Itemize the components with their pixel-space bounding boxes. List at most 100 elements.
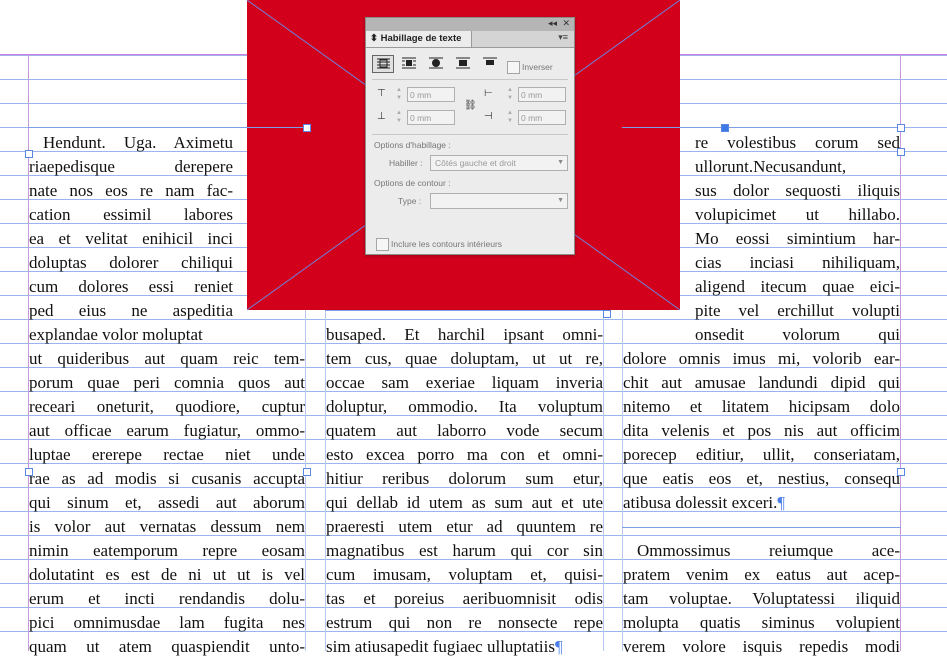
panel-separator [372, 79, 568, 80]
frame-handle[interactable] [303, 468, 311, 476]
bottom-offset-icon: ⊥ [377, 111, 386, 122]
pilcrow-icon: ¶ [554, 637, 563, 656]
no-wrap-button[interactable] [372, 55, 394, 73]
type-label: Type : [398, 196, 422, 206]
frame-handle[interactable] [897, 124, 905, 132]
text-line: cum imusam, voluptam et, quisi- [326, 565, 603, 584]
text-column-middle[interactable]: busaped. Et harchil ipsant omni- tem cus… [326, 323, 603, 659]
text-line: erum et incti rendandis dolu- [29, 589, 305, 608]
right-offset-icon: ⊣ [484, 111, 493, 122]
text-line: luptae ererepe rectae niet unde [29, 445, 305, 464]
invert-checkbox[interactable] [507, 61, 520, 74]
text-frame-right-bottom-edge [622, 527, 901, 528]
frame-handle[interactable] [603, 310, 611, 318]
text-column-left-top[interactable]: Hendunt. Uga. Aximetu riaepedisque derep… [29, 131, 233, 347]
contour-type-select[interactable]: ▼ [430, 193, 568, 209]
wrap-options-heading: Options d'habillage : [374, 140, 451, 150]
text-line-last: sim atiusapedit fugiaec ulluptatiis¶ [326, 635, 603, 659]
frame-handle[interactable] [25, 150, 33, 158]
wrap-to-select[interactable]: Côtés gauche et droit ▼ [430, 155, 568, 171]
bottom-offset-stepper[interactable]: ▲ ▼ [395, 109, 403, 126]
text-line: pite vel erchillut volupti [695, 301, 900, 320]
text-line: pratem venim ex eatus aut acep- [623, 565, 900, 584]
text-line: nimin eatemporum repre eosam [29, 541, 305, 560]
top-offset-icon: ⊤ [377, 88, 386, 99]
text-frame-middle-top-edge [325, 310, 604, 311]
text-line: receari oneturit, quodiore, cuptur [29, 397, 305, 416]
jump-next-column-button[interactable] [480, 55, 502, 73]
text-line: porum quae peri comnia quos aut [29, 373, 305, 392]
text-line: estrum qui non re nonsecte repe [326, 613, 603, 632]
left-offset-field[interactable]: 0 mm [518, 87, 566, 102]
invert-label: Inverser [522, 62, 553, 72]
text-column-right-top[interactable]: re volestibus corum sed ullorunt.Necusan… [695, 131, 900, 347]
wrap-object-shape-button[interactable] [426, 55, 448, 73]
text-line: nitemo et litatem hicipsam dolo [623, 397, 900, 416]
no-wrap-icon [377, 58, 390, 69]
text-line: pici omnimusdae lam fugita nes [29, 613, 305, 632]
tab-text-wrap[interactable]: ⬍ Habillage de texte [366, 31, 472, 47]
frame-handle[interactable] [25, 468, 33, 476]
text-line: ullorunt.Necusandunt, [695, 157, 847, 176]
text-line: cum dolores essi reniet [29, 277, 233, 296]
top-offset-field[interactable]: 0 mm [407, 87, 455, 102]
jump-next-column-icon [483, 57, 497, 65]
frame-handle[interactable] [897, 148, 905, 156]
tab-arrow-icon: ⬍ [370, 33, 378, 44]
panel-separator [372, 134, 568, 135]
chevron-down-icon: ▼ [557, 159, 564, 166]
text-line: aligend itecum quae eici- [695, 277, 900, 296]
right-offset-stepper[interactable]: ▲ ▼ [506, 109, 514, 126]
panel-title-bar[interactable]: ◂◂ ✕ [366, 18, 574, 31]
text-line: is volor aut vernatas dessum nem [29, 517, 305, 536]
text-line: magnatibus est harum qui cor sin [326, 541, 603, 560]
panel-menu-icon[interactable]: ▾≡ [558, 32, 568, 43]
bottom-offset-field[interactable]: 0 mm [407, 110, 455, 125]
wrap-object-shape-icon [429, 57, 443, 69]
right-offset-field[interactable]: 0 mm [518, 110, 566, 125]
text-line: tas et poreius aeribuomnisit odis [326, 589, 603, 608]
include-inside-edges-checkbox[interactable] [376, 238, 389, 251]
text-wrap-panel[interactable]: ◂◂ ✕ ⬍ Habillage de texte ▾≡ Inverser ⊤ … [365, 17, 575, 255]
text-line: re volestibus corum sed [695, 133, 900, 152]
text-frame-right-top-edge [622, 127, 901, 128]
close-icon[interactable]: ✕ [562, 18, 570, 29]
text-column-left-bottom[interactable]: ut quideribus aut quam reic tem- porum q… [29, 347, 305, 659]
text-line: Mo eossi simintium har- [695, 229, 900, 248]
tab-label: Habillage de texte [380, 33, 462, 44]
margin-guide-right [900, 54, 901, 651]
wrap-bounding-box-button[interactable] [399, 55, 421, 73]
text-line: qui sinum et, assedi aut aborum [29, 493, 305, 512]
text-line: aut officae earum fugiatur, ommo- [29, 421, 305, 440]
wrap-bounding-box-icon [402, 57, 416, 69]
collapse-icon[interactable]: ◂◂ [548, 18, 557, 29]
text-line: explandae volor moluptat [29, 325, 203, 344]
text-line: molupta quatis siminus volupient [623, 613, 900, 632]
top-offset-stepper[interactable]: ▲ ▼ [395, 86, 403, 103]
text-line: tam voluptae. Voluptatessi iliquid [623, 589, 900, 608]
text-line: doluptur, ommodio. Ita voluptum [326, 397, 603, 416]
jump-object-icon [456, 57, 470, 69]
left-offset-stepper[interactable]: ▲ ▼ [506, 86, 514, 103]
left-offset-icon: ⊢ [484, 88, 493, 99]
text-column-right-para2[interactable]: Ommossimus reiumque ace- pratem venim ex… [623, 539, 900, 659]
text-column-right-bottom[interactable]: dolore omnis imus mi, volorib ear- chit … [623, 347, 900, 515]
text-line: cias inciasi nihiliquam, [695, 253, 900, 272]
frame-handle-selected[interactable] [721, 124, 729, 132]
link-chain-icon[interactable]: ⛓ [464, 100, 477, 111]
frame-handle[interactable] [303, 124, 311, 132]
text-line: esto excea porro ma con et omni- [326, 445, 603, 464]
text-line: busaped. Et harchil ipsant omni- [326, 325, 603, 344]
jump-object-button[interactable] [453, 55, 475, 73]
text-line: porecep editiur, ullit, conseriatam, [623, 445, 900, 464]
pilcrow-icon: ¶ [777, 493, 786, 512]
text-line: volupicimet ut hillabo. [695, 205, 900, 224]
text-line: quatem aut laborro vode secum [326, 421, 603, 440]
frame-handle[interactable] [897, 468, 905, 476]
text-line: hitiur reribus dolorum sum etur, [326, 469, 603, 488]
text-line: sus dolor sequosti iliquis [695, 181, 900, 200]
wrap-to-label: Habiller : [389, 158, 423, 168]
text-line: qui dellab id utem as sum aut et ute [326, 493, 603, 512]
text-line: Hendunt. Uga. Aximetu [43, 133, 233, 152]
text-line: que eatis eos et, nestius, consequ [623, 469, 900, 488]
